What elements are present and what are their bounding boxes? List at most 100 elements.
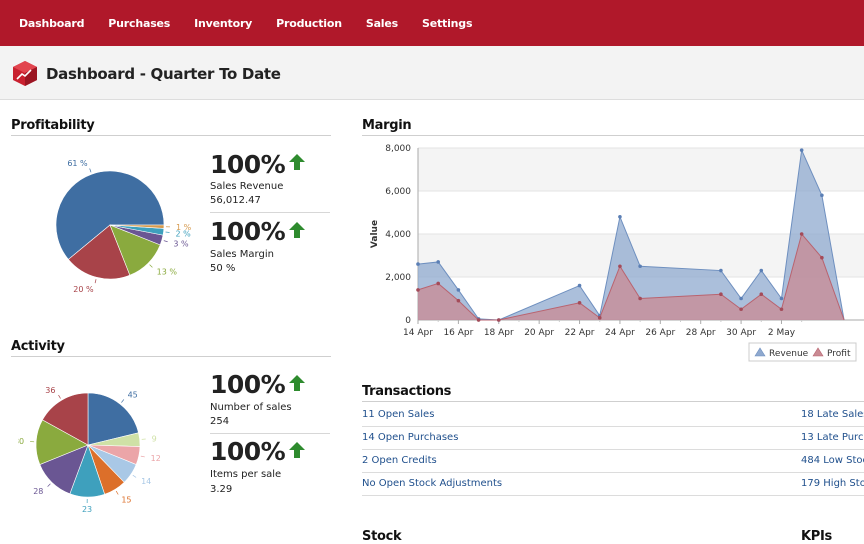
nav-purchases[interactable]: Purchases (108, 17, 170, 30)
items-per-sale-value: 3.29 (210, 484, 232, 495)
data-point (416, 262, 420, 266)
data-point (780, 297, 784, 301)
data-point (598, 316, 602, 320)
y-tick-label: 4,000 (385, 230, 411, 240)
y-axis-label: Value (370, 220, 380, 248)
number-of-sales-value: 254 (210, 416, 229, 427)
pie-label: 14 (141, 477, 151, 486)
transactions-rule (362, 401, 864, 402)
trend-up-arrow-icon (288, 374, 306, 392)
y-tick-label: 8,000 (385, 144, 411, 154)
pie-label-line (141, 456, 145, 457)
data-point (739, 297, 743, 301)
pie-label-line (48, 484, 51, 487)
nav-production[interactable]: Production (276, 17, 342, 30)
x-tick-label: 28 Apr (686, 328, 716, 338)
legend-label[interactable]: Profit (827, 349, 851, 359)
pie-label-line (116, 491, 118, 494)
nav-settings[interactable]: Settings (422, 17, 472, 30)
high-stock-link[interactable]: 179 High Stock (801, 478, 864, 489)
late-sales-link[interactable]: 18 Late Sales (801, 409, 864, 420)
data-point (497, 318, 501, 322)
pie-label: 36 (45, 386, 55, 395)
activity-pie-chart: 45912141523283036 (18, 365, 218, 525)
data-point (780, 307, 784, 311)
nav-sales[interactable]: Sales (366, 17, 398, 30)
trend-up-arrow-icon (288, 153, 306, 171)
x-tick-label: 22 Apr (565, 328, 595, 338)
transactions-title: Transactions (362, 384, 451, 399)
late-purchases-link[interactable]: 13 Late Purchases (801, 432, 864, 443)
pie-label: 9 (152, 434, 157, 443)
pie-label-line (164, 241, 168, 242)
pie-label: 13 % (157, 268, 178, 277)
data-point (800, 232, 804, 236)
row-divider (362, 449, 864, 450)
sales-margin-value: 50 % (210, 263, 235, 274)
number-of-sales-percent: 100% (210, 370, 285, 399)
data-point (719, 269, 723, 273)
data-point (800, 148, 804, 152)
open-sales-link[interactable]: 11 Open Sales (362, 409, 434, 420)
kpi-separator (210, 433, 330, 434)
stock-title: Stock (362, 529, 401, 544)
pie-label: 45 (128, 391, 138, 400)
sales-revenue-value: 56,012.47 (210, 195, 261, 206)
cube-logo-icon (11, 59, 39, 87)
row-divider (362, 426, 864, 427)
low-stock-link[interactable]: 484 Low Stock (801, 455, 864, 466)
page-header: Dashboard - Quarter To Date (0, 46, 864, 100)
data-point (578, 284, 582, 288)
data-point (739, 307, 743, 311)
chart-legend: Revenue Profit (749, 343, 856, 361)
trend-up-arrow-icon (288, 221, 306, 239)
pie-label: 30 (18, 437, 24, 446)
pie-label-line (150, 265, 153, 268)
x-tick-label: 26 Apr (645, 328, 675, 338)
open-purchases-link[interactable]: 14 Open Purchases (362, 432, 458, 443)
data-point (759, 292, 763, 296)
x-tick-label: 18 Apr (484, 328, 514, 338)
kpi-separator (210, 212, 330, 213)
pie-label-line (59, 395, 61, 398)
x-tick-label: 24 Apr (605, 328, 635, 338)
items-per-sale-percent: 100% (210, 437, 285, 466)
items-per-sale-label: Items per sale (210, 469, 281, 480)
sales-revenue-percent: 100% (210, 150, 285, 179)
sales-revenue-label: Sales Revenue (210, 181, 283, 192)
data-point (618, 215, 622, 219)
pie-label-line (133, 475, 136, 477)
data-point (820, 194, 824, 198)
margin-rule (362, 135, 864, 136)
pie-label: 23 (82, 505, 92, 514)
nav-dashboard[interactable]: Dashboard (19, 17, 84, 30)
data-point (618, 264, 622, 268)
activity-rule (11, 356, 331, 357)
pie-label: 1 % (176, 223, 192, 232)
data-point (457, 299, 461, 303)
profitability-rule (11, 135, 331, 136)
pie-label: 3 % (173, 239, 189, 248)
y-tick-label: 6,000 (385, 187, 411, 197)
sales-margin-label: Sales Margin (210, 249, 274, 260)
legend-label[interactable]: Revenue (769, 349, 809, 359)
data-point (638, 297, 642, 301)
top-nav: Dashboard Purchases Inventory Production… (0, 0, 864, 46)
number-of-sales-label: Number of sales (210, 402, 292, 413)
row-divider (362, 472, 864, 473)
data-point (477, 318, 481, 322)
open-credits-link[interactable]: 2 Open Credits (362, 455, 437, 466)
nav-inventory[interactable]: Inventory (194, 17, 252, 30)
open-stock-adjustments-link[interactable]: No Open Stock Adjustments (362, 478, 502, 489)
x-tick-label: 2 May (768, 328, 796, 338)
pie-label: 28 (33, 487, 43, 496)
pie-label: 61 % (67, 159, 88, 168)
x-tick-label: 30 Apr (726, 328, 756, 338)
x-tick-label: 20 Apr (524, 328, 554, 338)
data-point (436, 260, 440, 264)
y-tick-label: 0 (405, 316, 411, 326)
data-point (416, 288, 420, 292)
data-point (638, 264, 642, 268)
activity-title: Activity (11, 339, 65, 354)
data-point (436, 282, 440, 286)
